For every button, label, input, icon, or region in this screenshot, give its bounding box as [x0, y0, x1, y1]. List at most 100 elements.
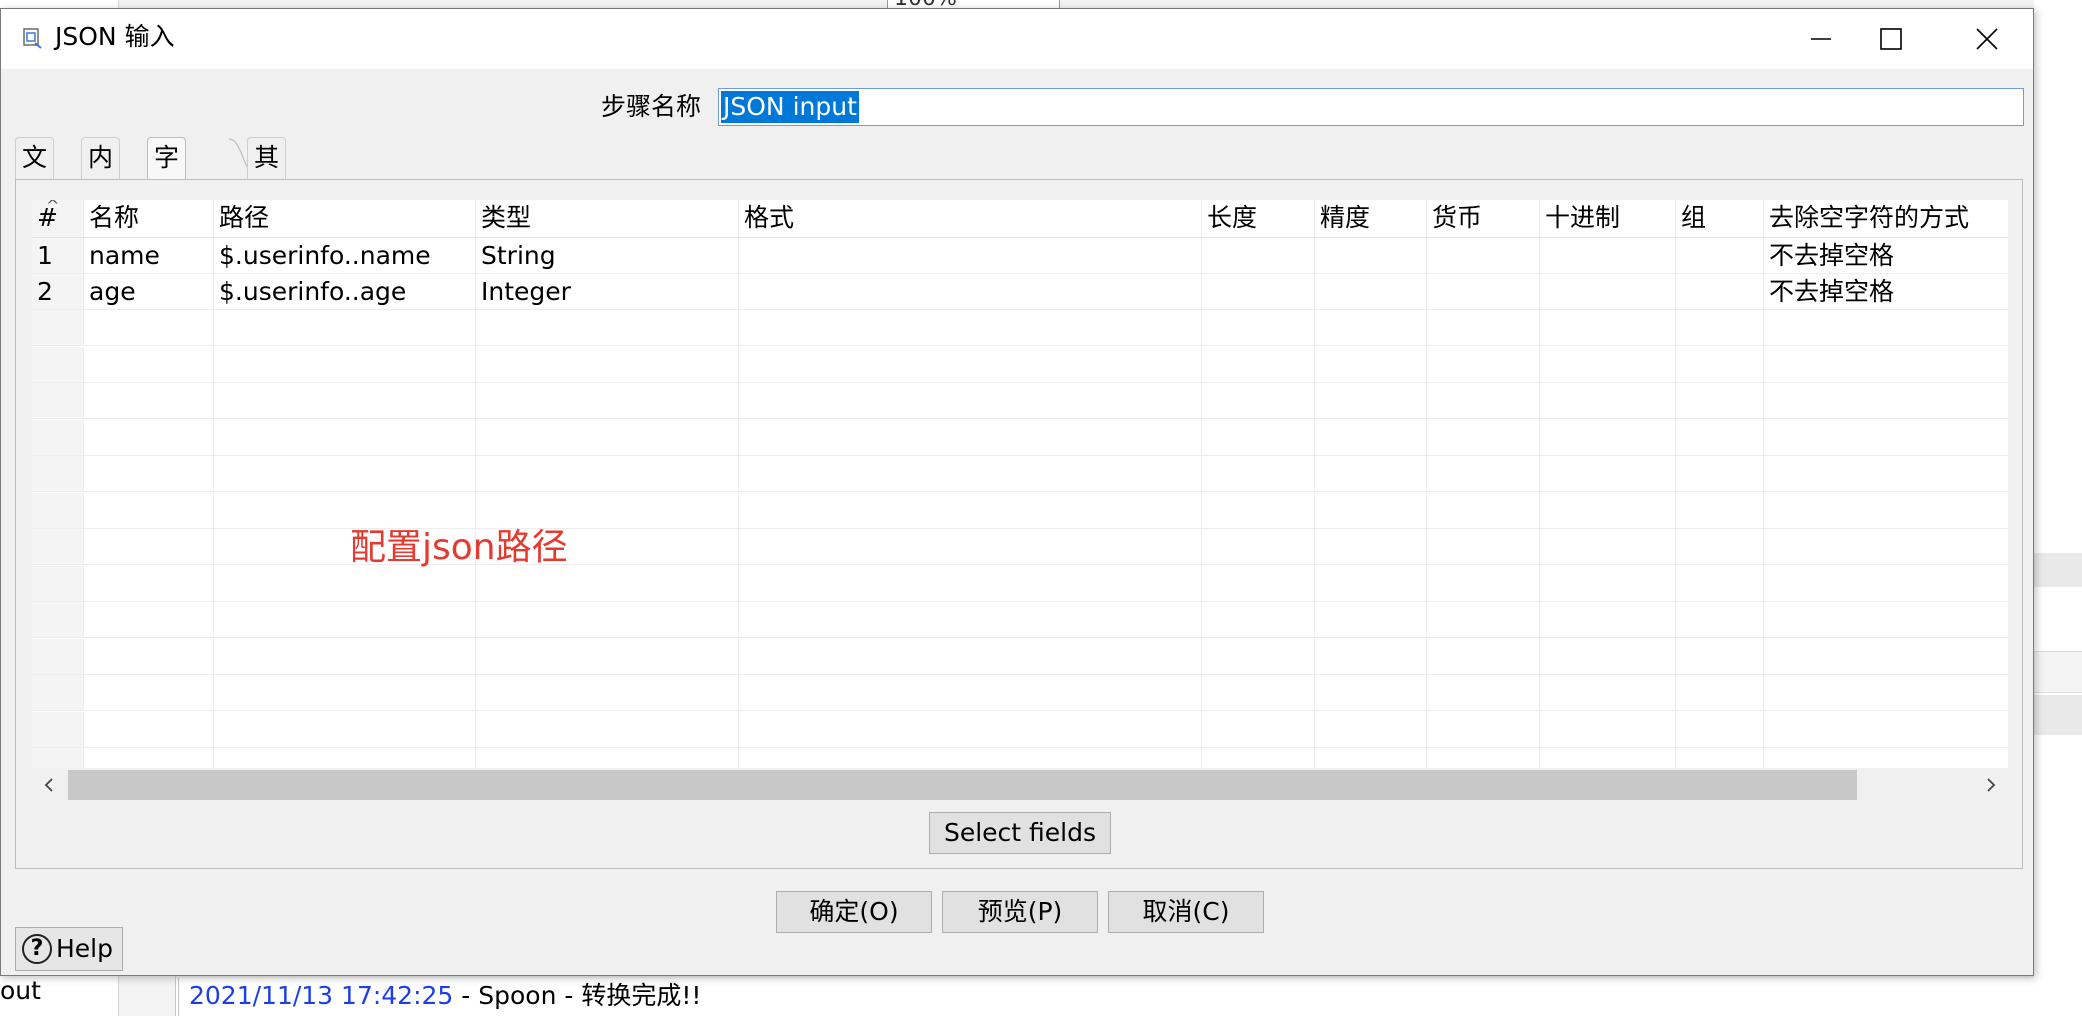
- empty-cell[interactable]: [1540, 602, 1676, 637]
- cell-currency[interactable]: [1427, 238, 1540, 273]
- empty-cell[interactable]: [84, 310, 214, 345]
- empty-cell[interactable]: [1315, 346, 1427, 382]
- header-length[interactable]: 长度: [1202, 200, 1315, 237]
- header-num[interactable]: # ^: [32, 200, 84, 237]
- empty-cell[interactable]: [1427, 492, 1540, 528]
- table-row-empty[interactable]: [32, 565, 2008, 602]
- scroll-right-button[interactable]: [1974, 768, 2008, 802]
- cell-precision[interactable]: [1315, 274, 1427, 309]
- empty-cell[interactable]: [476, 711, 739, 747]
- empty-cell[interactable]: [1676, 310, 1764, 345]
- empty-cell[interactable]: [476, 346, 739, 382]
- empty-cell[interactable]: [476, 748, 739, 768]
- table-row-empty[interactable]: [32, 529, 2008, 565]
- empty-cell[interactable]: [1540, 748, 1676, 768]
- empty-cell[interactable]: [1315, 748, 1427, 768]
- empty-cell[interactable]: [32, 529, 84, 564]
- maximize-button[interactable]: [1843, 9, 1939, 69]
- empty-cell[interactable]: [1764, 493, 2008, 528]
- empty-cell[interactable]: [1427, 638, 1540, 674]
- empty-cell[interactable]: [214, 748, 476, 768]
- empty-cell[interactable]: [1540, 492, 1676, 528]
- empty-cell[interactable]: [1764, 566, 2008, 601]
- horizontal-scrollbar[interactable]: [32, 768, 2008, 802]
- empty-cell[interactable]: [1676, 565, 1764, 601]
- empty-cell[interactable]: [1764, 529, 2008, 564]
- cell-name[interactable]: age: [84, 274, 214, 309]
- empty-cell[interactable]: [1540, 675, 1676, 710]
- ok-button[interactable]: 确定(O): [776, 891, 932, 933]
- empty-cell[interactable]: [1202, 383, 1315, 418]
- empty-cell[interactable]: [32, 419, 84, 455]
- help-button[interactable]: ? Help: [15, 927, 123, 971]
- cell-format[interactable]: [739, 274, 1202, 309]
- empty-cell[interactable]: [32, 492, 84, 528]
- empty-cell[interactable]: [1202, 310, 1315, 345]
- header-name[interactable]: 名称: [84, 200, 214, 237]
- empty-cell[interactable]: [476, 383, 739, 418]
- table-row[interactable]: 1 name $.userinfo..name String 不去掉空格: [32, 238, 2008, 274]
- empty-cell[interactable]: [1202, 456, 1315, 491]
- empty-cell[interactable]: [214, 602, 476, 637]
- scroll-left-button[interactable]: [32, 768, 66, 802]
- empty-cell[interactable]: [1540, 529, 1676, 564]
- empty-cell[interactable]: [32, 748, 84, 768]
- cell-group[interactable]: [1676, 274, 1764, 309]
- empty-cell[interactable]: [1315, 565, 1427, 601]
- empty-cell[interactable]: [1315, 456, 1427, 491]
- empty-cell[interactable]: [1315, 492, 1427, 528]
- empty-cell[interactable]: [1427, 675, 1540, 710]
- empty-cell[interactable]: [476, 565, 739, 601]
- empty-cell[interactable]: [1427, 529, 1540, 564]
- empty-cell[interactable]: [84, 748, 214, 768]
- empty-cell[interactable]: [84, 346, 214, 382]
- empty-cell[interactable]: [739, 383, 1202, 418]
- header-type[interactable]: 类型: [476, 200, 739, 237]
- empty-cell[interactable]: [84, 529, 214, 564]
- cell-format[interactable]: [739, 238, 1202, 273]
- cell-group[interactable]: [1676, 238, 1764, 273]
- table-row-empty[interactable]: [32, 310, 2008, 346]
- empty-cell[interactable]: [214, 310, 476, 345]
- empty-cell[interactable]: [84, 565, 214, 601]
- empty-cell[interactable]: [1540, 638, 1676, 674]
- empty-cell[interactable]: [1676, 748, 1764, 768]
- empty-cell[interactable]: [739, 419, 1202, 455]
- empty-cell[interactable]: [1764, 383, 2008, 418]
- cell-length[interactable]: [1202, 274, 1315, 309]
- empty-cell[interactable]: [32, 310, 84, 345]
- empty-cell[interactable]: [214, 383, 476, 418]
- empty-cell[interactable]: [1676, 675, 1764, 710]
- empty-cell[interactable]: [214, 711, 476, 747]
- empty-cell[interactable]: [84, 383, 214, 418]
- empty-cell[interactable]: [1540, 310, 1676, 345]
- header-group[interactable]: 组: [1676, 200, 1764, 237]
- cell-trim[interactable]: 不去掉空格: [1764, 274, 2008, 309]
- empty-cell[interactable]: [1676, 492, 1764, 528]
- empty-cell[interactable]: [1315, 419, 1427, 455]
- empty-cell[interactable]: [1202, 675, 1315, 710]
- empty-cell[interactable]: [1202, 638, 1315, 674]
- table-row-empty[interactable]: [32, 419, 2008, 456]
- empty-cell[interactable]: [739, 565, 1202, 601]
- empty-cell[interactable]: [214, 419, 476, 455]
- dialog-titlebar[interactable]: JSON 输入: [1, 9, 2033, 69]
- table-row-empty[interactable]: [32, 602, 2008, 638]
- table-row-empty[interactable]: [32, 492, 2008, 529]
- empty-cell[interactable]: [214, 346, 476, 382]
- empty-cell[interactable]: [739, 638, 1202, 674]
- empty-cell[interactable]: [84, 675, 214, 710]
- empty-cell[interactable]: [1540, 565, 1676, 601]
- empty-cell[interactable]: [84, 638, 214, 674]
- empty-cell[interactable]: [214, 565, 476, 601]
- empty-cell[interactable]: [1764, 420, 2008, 455]
- header-precision[interactable]: 精度: [1315, 200, 1427, 237]
- empty-cell[interactable]: [1315, 602, 1427, 637]
- empty-cell[interactable]: [84, 711, 214, 747]
- empty-cell[interactable]: [739, 346, 1202, 382]
- empty-cell[interactable]: [1202, 748, 1315, 768]
- cell-length[interactable]: [1202, 238, 1315, 273]
- table-row-empty[interactable]: [32, 748, 2008, 768]
- empty-cell[interactable]: [739, 529, 1202, 564]
- empty-cell[interactable]: [1764, 602, 2008, 637]
